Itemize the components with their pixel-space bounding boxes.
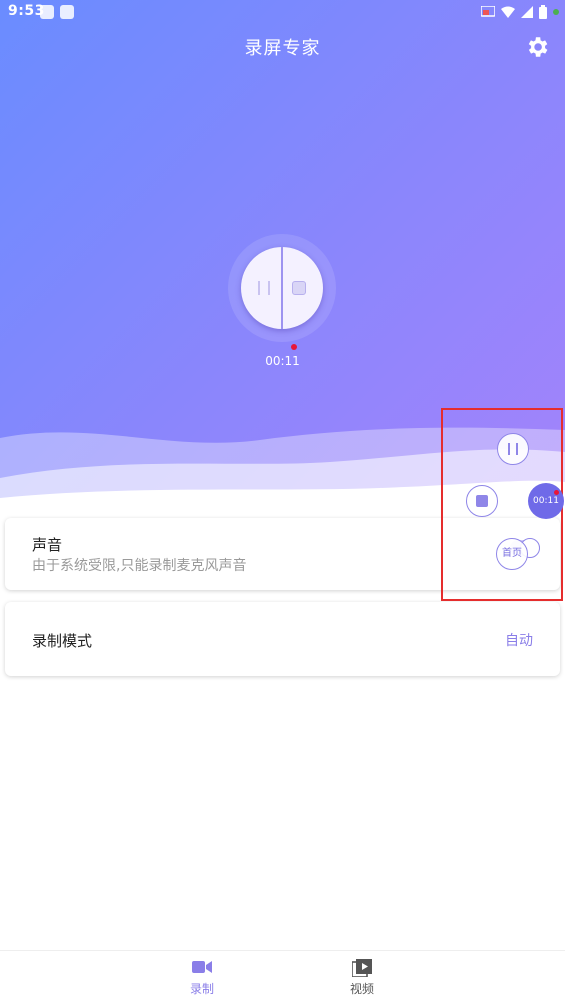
camera-app-notification-icon [40, 5, 54, 19]
floating-recording-dot [554, 490, 559, 495]
nav-tab-videos[interactable]: 视频 [332, 959, 392, 997]
sound-card-title: 声音 [32, 536, 63, 554]
nav-tab-videos-label: 视频 [349, 982, 374, 996]
recorder-divider [281, 247, 283, 329]
status-icons [481, 4, 559, 20]
gear-icon[interactable] [524, 34, 550, 60]
bottom-nav: 录制 视频 [0, 950, 565, 1005]
recording-indicator-dot [291, 344, 297, 350]
notification-dot-icon [553, 9, 559, 15]
battery-icon [539, 5, 547, 19]
recording-mode-value[interactable]: 自动 [505, 630, 533, 650]
stop-icon [476, 495, 488, 507]
camera-app-notification-icon [60, 5, 74, 19]
cast-icon [481, 6, 495, 17]
cellular-signal-icon [521, 6, 533, 18]
floating-pause-button[interactable] [497, 433, 529, 465]
recorder-control [241, 247, 323, 329]
floating-timer-bubble[interactable]: 00:11 [528, 483, 564, 519]
floating-stop-button[interactable] [466, 485, 498, 517]
floating-elapsed-time: 00:11 [533, 496, 559, 506]
nav-tab-record-label: 录制 [189, 982, 214, 996]
recording-elapsed-time: 00:11 [265, 354, 300, 368]
floating-home-button[interactable]: 首页 [496, 538, 528, 570]
stop-icon[interactable] [292, 281, 306, 295]
recording-mode-card[interactable]: 录制模式 自动 [5, 602, 560, 676]
status-bar: 9:53 [0, 0, 565, 24]
video-library-icon [351, 959, 372, 978]
nav-tab-record[interactable]: 录制 [172, 959, 232, 997]
recording-mode-title: 录制模式 [32, 632, 93, 650]
sound-card-description: 由于系统受限,只能录制麦克风声音 [32, 558, 247, 574]
video-camera-icon [192, 961, 212, 973]
wifi-icon [501, 6, 515, 18]
pause-icon [508, 443, 518, 455]
floating-home-label: 首页 [502, 548, 522, 559]
pause-icon[interactable] [258, 281, 270, 295]
page-title: 录屏专家 [244, 38, 321, 59]
